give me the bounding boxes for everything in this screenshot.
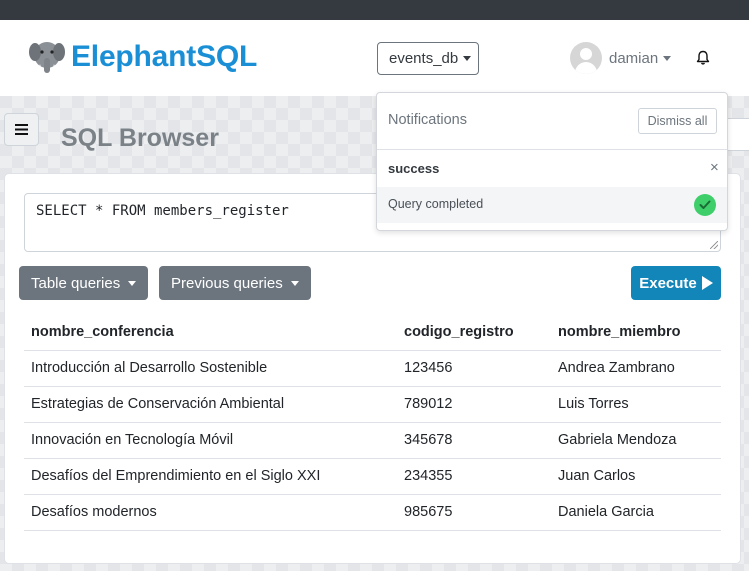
user-menu[interactable]: damian (570, 42, 672, 74)
notification-message: Query completed (388, 197, 484, 211)
previous-queries-button[interactable]: Previous queries (159, 266, 311, 300)
table-row: Introducción al Desarrollo Sostenible 12… (24, 350, 721, 387)
brand-name: ElephantSQL (71, 40, 258, 73)
header: ElephantSQL events_db damian (0, 20, 749, 96)
table-cell: Andrea Zambrano (551, 350, 721, 387)
database-select[interactable]: events_db (377, 42, 479, 75)
notifications-title: Notifications (388, 112, 467, 128)
table-cell: 789012 (397, 386, 551, 423)
chevron-down-icon (663, 55, 672, 61)
table-queries-label: Table queries (31, 274, 121, 292)
table-row: Innovación en Tecnología Móvil 345678 Ga… (24, 422, 721, 459)
resize-handle-icon[interactable] (710, 241, 718, 249)
table-cell: Estrategias de Conservación Ambiental (24, 386, 397, 423)
table-cell: Gabriela Mendoza (551, 422, 721, 459)
table-cell: 234355 (397, 458, 551, 495)
previous-queries-label: Previous queries (171, 274, 283, 292)
avatar (570, 42, 602, 74)
table-cell: Desafíos del Emprendimiento en el Siglo … (24, 458, 397, 495)
username: damian (609, 49, 659, 67)
elephant-logo-icon (29, 42, 65, 73)
table-row: Desafíos del Emprendimiento en el Siglo … (24, 458, 721, 495)
chevron-down-icon (463, 56, 472, 61)
table-row: Estrategias de Conservación Ambiental 78… (24, 386, 721, 423)
table-row: Desafíos modernos 985675 Daniela Garcia (24, 494, 721, 531)
notification-item: Query completed (377, 187, 727, 223)
divider (377, 149, 727, 150)
bell-icon[interactable] (695, 50, 711, 66)
chevron-down-icon (128, 280, 137, 286)
table-cell: Daniela Garcia (551, 494, 721, 531)
check-circle-icon (694, 194, 716, 216)
table-cell: 345678 (397, 422, 551, 459)
results-table: nombre_conferencia codigo_registro nombr… (24, 314, 721, 531)
table-queries-button[interactable]: Table queries (19, 266, 149, 300)
database-select-label: events_db (389, 50, 459, 67)
table-cell: Introducción al Desarrollo Sostenible (24, 350, 397, 387)
close-icon[interactable]: × (710, 159, 719, 176)
sidebar-toggle-button[interactable] (4, 113, 39, 146)
notification-type: success (388, 161, 440, 176)
notifications-dropdown: Notifications Dismiss all success × Quer… (376, 92, 728, 231)
table-cell: 123456 (397, 350, 551, 387)
column-header: codigo_registro (397, 314, 551, 351)
column-header: nombre_miembro (551, 314, 721, 351)
table-cell: Innovación en Tecnología Móvil (24, 422, 397, 459)
table-cell: Desafíos modernos (24, 494, 397, 531)
table-header-row: nombre_conferencia codigo_registro nombr… (24, 314, 721, 351)
table-cell: Luis Torres (551, 386, 721, 423)
play-icon (701, 276, 713, 290)
column-header: nombre_conferencia (24, 314, 397, 351)
sql-query-text: SELECT * FROM members_register (36, 203, 289, 219)
top-strip (0, 0, 749, 20)
chevron-down-icon (290, 280, 299, 286)
table-cell: 985675 (397, 494, 551, 531)
table-cell: Juan Carlos (551, 458, 721, 495)
brand-logo[interactable]: ElephantSQL (29, 38, 257, 76)
dismiss-all-button[interactable]: Dismiss all (638, 108, 717, 134)
execute-label: Execute (639, 274, 697, 292)
hamburger-icon (15, 124, 28, 135)
execute-button[interactable]: Execute (631, 266, 721, 300)
page-title: SQL Browser (61, 124, 219, 152)
